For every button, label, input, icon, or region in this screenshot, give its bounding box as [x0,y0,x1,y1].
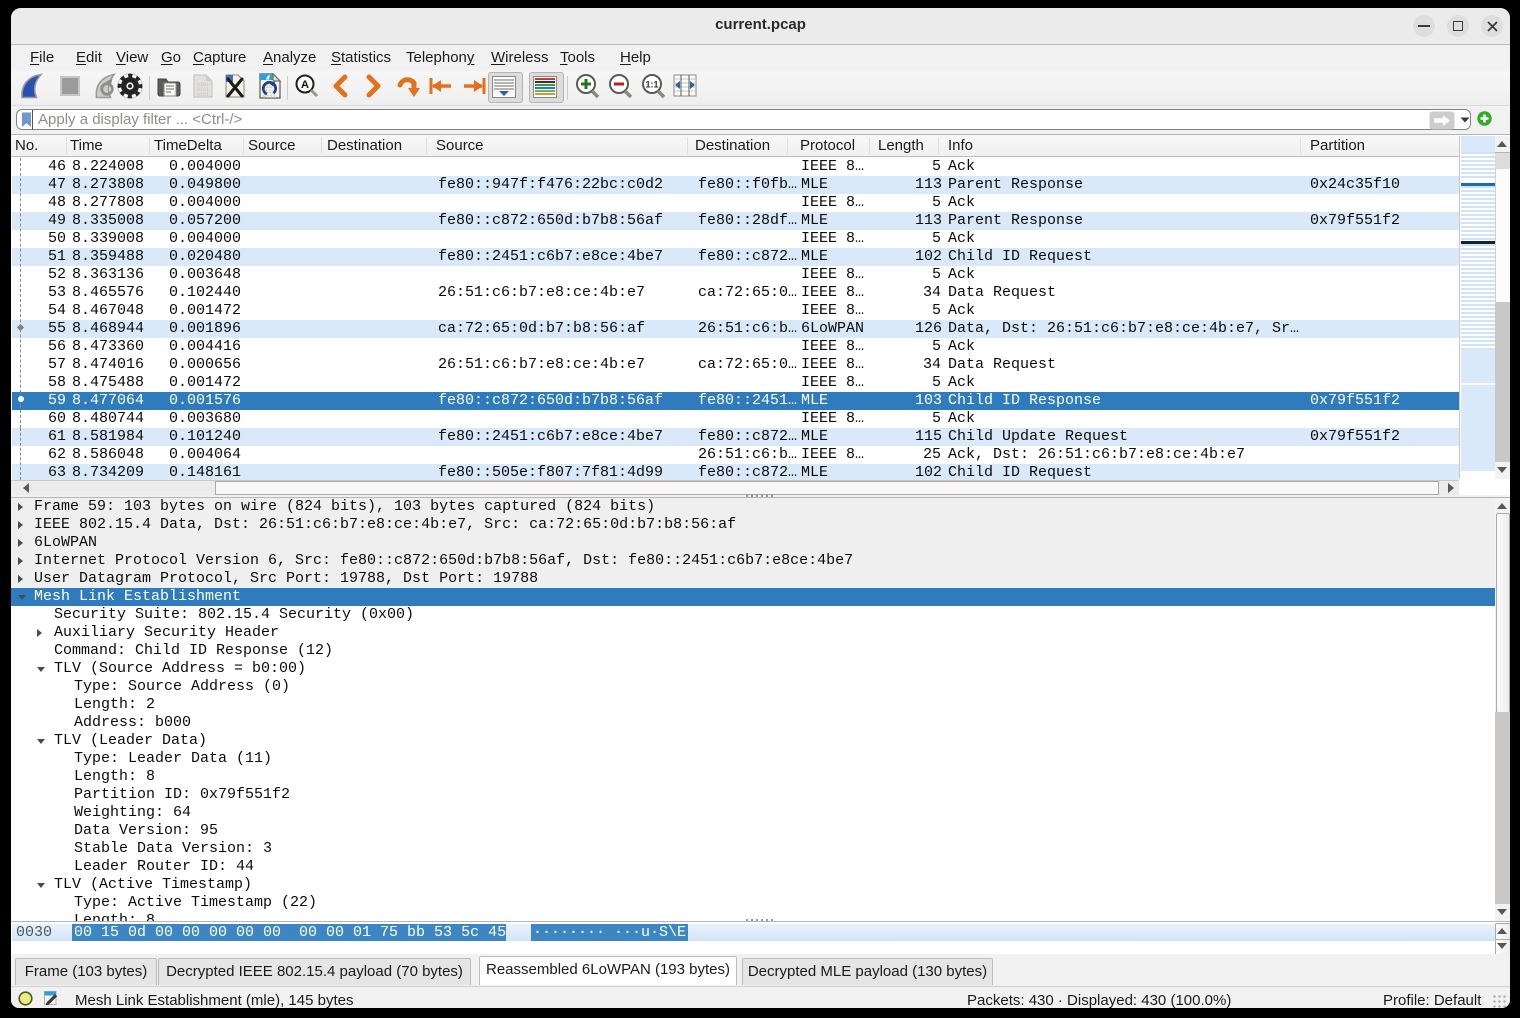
svg-text:A: A [301,79,309,91]
svg-text:1:1: 1:1 [645,80,658,90]
svg-text:0101: 0101 [197,92,209,98]
